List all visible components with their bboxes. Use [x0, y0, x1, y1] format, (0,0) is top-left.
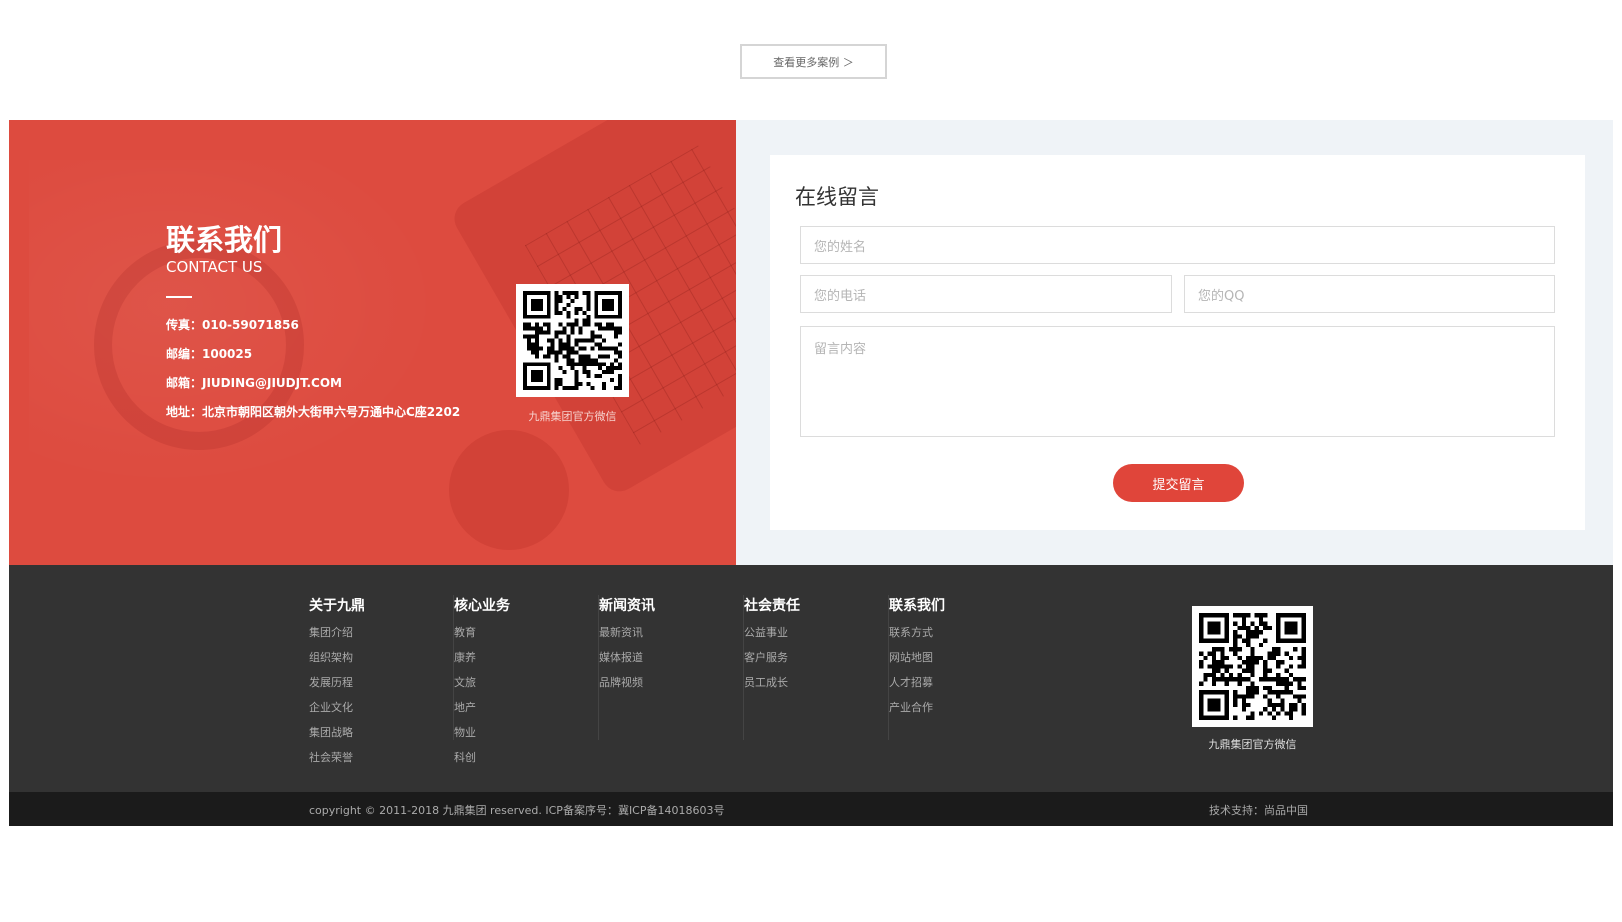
footer-link[interactable]: 组织架构 — [309, 651, 453, 676]
footer-link[interactable]: 品牌视频 — [599, 676, 743, 701]
contact-divider — [166, 296, 192, 298]
footer-col-title: 关于九鼎 — [309, 598, 365, 614]
message-form-area: 在线留言 您的姓名 您的电话 您的QQ 留言内容 提交留言 — [736, 120, 1613, 565]
contact-subtitle: CONTACT US — [166, 258, 263, 276]
footer-link[interactable]: 物业 — [454, 726, 598, 751]
contact-qr-caption: 九鼎集团官方微信 — [528, 410, 617, 423]
qq-input[interactable]: 您的QQ — [1184, 275, 1555, 313]
form-title: 在线留言 — [795, 185, 879, 209]
phone-input[interactable]: 您的电话 — [800, 275, 1172, 313]
wechat-qr-code — [516, 284, 629, 397]
footer-link[interactable]: 发展历程 — [309, 676, 453, 701]
footer-col-title: 社会责任 — [744, 598, 800, 614]
footer-col-business: 核心业务 教育 康养 文旅 地产 物业 科创 — [454, 595, 599, 764]
name-input[interactable]: 您的姓名 — [800, 226, 1555, 264]
footer: 关于九鼎 集团介绍 组织架构 发展历程 企业文化 集团战略 社会荣誉 核心业务 … — [9, 565, 1613, 792]
footer-bottom-bar: copyright © 2011-2018 九鼎集团 reserved. ICP… — [9, 792, 1613, 826]
footer-link[interactable]: 教育 — [454, 626, 598, 651]
footer-col-responsibility: 社会责任 公益事业 客户服务 员工成长 — [744, 595, 889, 740]
footer-link[interactable]: 地产 — [454, 701, 598, 726]
contact-fax: 传真：010-59071856 — [166, 318, 299, 332]
tech-support-link[interactable]: 技术支持：尚品中国 — [1209, 802, 1308, 818]
footer-col-title: 核心业务 — [454, 598, 510, 614]
footer-link[interactable]: 文旅 — [454, 676, 598, 701]
footer-link[interactable]: 媒体报道 — [599, 651, 743, 676]
message-textarea[interactable]: 留言内容 — [800, 326, 1555, 437]
footer-qr-caption: 九鼎集团官方微信 — [1208, 738, 1297, 751]
contact-title: 联系我们 — [166, 223, 283, 257]
footer-link[interactable]: 康养 — [454, 651, 598, 676]
contact-postcode: 邮编：100025 — [166, 347, 253, 361]
footer-link[interactable]: 产业合作 — [889, 701, 1034, 726]
footer-link[interactable]: 企业文化 — [309, 701, 453, 726]
footer-link[interactable]: 社会荣誉 — [309, 751, 453, 776]
footer-col-contact: 联系我们 联系方式 网站地图 人才招募 产业合作 — [889, 595, 1034, 740]
footer-col-about: 关于九鼎 集团介绍 组织架构 发展历程 企业文化 集团战略 社会荣誉 — [309, 595, 454, 764]
footer-col-title: 新闻资讯 — [599, 598, 655, 614]
footer-link[interactable]: 公益事业 — [744, 626, 888, 651]
footer-wechat-qr-code — [1192, 606, 1313, 727]
footer-link[interactable]: 员工成长 — [744, 676, 888, 701]
footer-link[interactable]: 集团战略 — [309, 726, 453, 751]
page: 查看更多案例 ＞ 联系我们 CONTACT US 传真：010-59071856… — [0, 0, 1622, 922]
submit-message-button[interactable]: 提交留言 — [1113, 464, 1244, 502]
footer-col-news: 新闻资讯 最新资讯 媒体报道 品牌视频 — [599, 595, 744, 740]
footer-link[interactable]: 集团介绍 — [309, 626, 453, 651]
contact-panel: 联系我们 CONTACT US 传真：010-59071856 邮编：10002… — [9, 120, 736, 565]
footer-link[interactable]: 人才招募 — [889, 676, 1034, 701]
footer-col-title: 联系我们 — [889, 598, 945, 614]
footer-link[interactable]: 联系方式 — [889, 626, 1034, 651]
copyright-text: copyright © 2011-2018 九鼎集团 reserved. ICP… — [309, 804, 725, 817]
contact-address: 地址：北京市朝阳区朝外大街甲六号万通中心C座2202 — [166, 405, 461, 419]
footer-link[interactable]: 客户服务 — [744, 651, 888, 676]
footer-link[interactable]: 最新资讯 — [599, 626, 743, 651]
contact-email: 邮箱：JIUDING@JIUDJT.COM — [166, 376, 342, 390]
footer-link[interactable]: 网站地图 — [889, 651, 1034, 676]
more-cases-button[interactable]: 查看更多案例 ＞ — [740, 44, 887, 79]
message-form: 在线留言 您的姓名 您的电话 您的QQ 留言内容 提交留言 — [770, 155, 1585, 530]
background-cup — [449, 430, 569, 550]
footer-link[interactable]: 科创 — [454, 751, 598, 776]
